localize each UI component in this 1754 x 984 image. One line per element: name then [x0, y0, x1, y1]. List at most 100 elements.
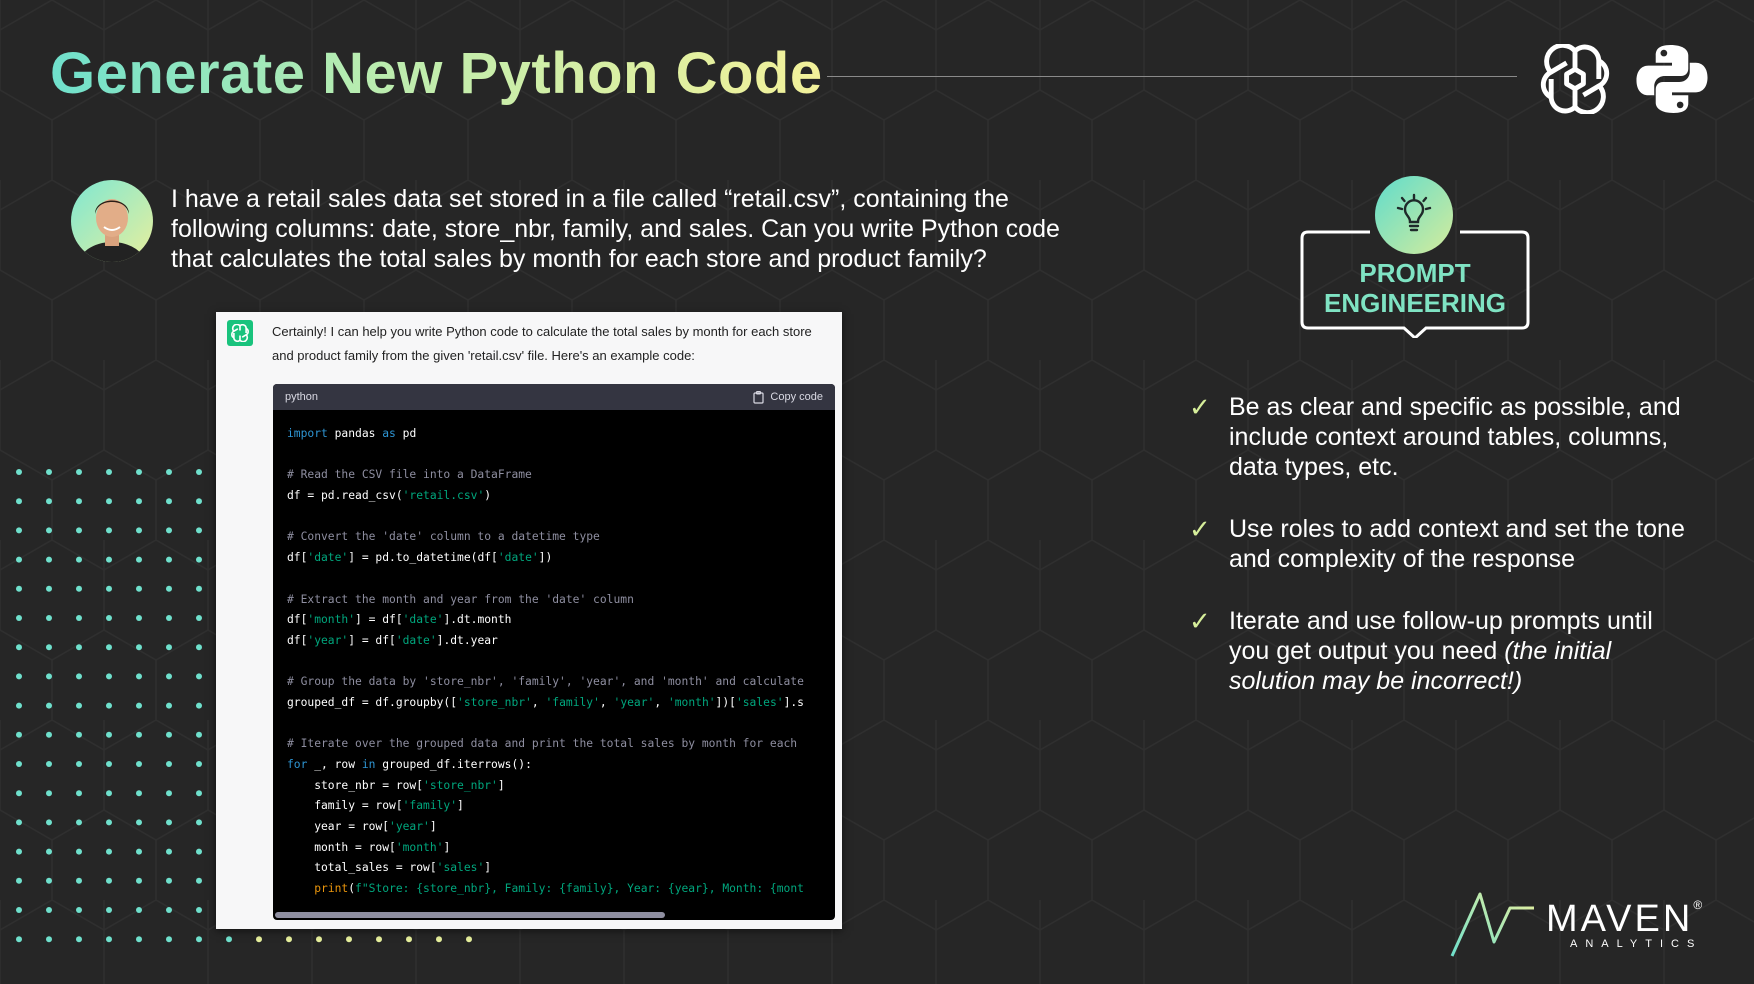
- decorative-dot: [226, 936, 232, 943]
- decorative-dot: [106, 761, 112, 767]
- decorative-dot: [166, 877, 172, 884]
- code-line: total_sales = row['sales']: [287, 858, 835, 879]
- decorative-dot: [466, 936, 472, 943]
- copy-code-label: Copy code: [770, 391, 823, 403]
- decorative-dot: [76, 702, 82, 709]
- tip-item-2: ✓ Use roles to add context and set the t…: [1185, 514, 1685, 574]
- decorative-dot: [16, 731, 22, 738]
- code-line: for _, row in grouped_df.iterrows():: [287, 755, 835, 776]
- decorative-dot: [136, 673, 142, 680]
- decorative-dot: [46, 877, 52, 884]
- decorative-dot: [106, 527, 112, 534]
- code-token: # Group the data by 'store_nbr', 'family…: [287, 675, 804, 689]
- code-token: store_nbr = row[: [287, 778, 424, 792]
- decorative-dot: [16, 877, 22, 884]
- decorative-dot: [76, 907, 82, 913]
- decorative-dot: [16, 527, 22, 534]
- code-text[interactable]: import pandas as pd # Read the CSV file …: [273, 410, 835, 908]
- decorative-dot: [256, 936, 262, 943]
- code-token: # Extract the month and year from the 'd…: [287, 592, 634, 606]
- code-line: # Group the data by 'store_nbr', 'family…: [287, 672, 835, 693]
- code-token: year = row[: [287, 820, 390, 834]
- decorative-dot: [106, 702, 112, 709]
- decorative-dot: [76, 498, 82, 505]
- code-token: ]: [443, 840, 451, 854]
- decorative-dot: [16, 907, 22, 913]
- decorative-dot: [136, 556, 142, 563]
- decorative-dot: [376, 936, 382, 943]
- decorative-dot: [136, 936, 142, 943]
- code-token: ): [484, 489, 492, 503]
- code-line: family = row['family']: [287, 796, 835, 817]
- code-token: df[: [287, 633, 308, 647]
- maven-logo-icon: [1450, 892, 1534, 957]
- decorative-dot: [196, 469, 202, 475]
- copy-code-button[interactable]: Copy code: [753, 390, 823, 404]
- decorative-dot: [166, 585, 172, 592]
- code-line: # Extract the month and year from the 'd…: [287, 590, 835, 611]
- decorative-dot: [196, 877, 202, 884]
- code-block: python Copy code import pandas as pd # R…: [273, 384, 835, 920]
- decorative-dot: [166, 556, 172, 563]
- decorative-dot: [46, 936, 52, 943]
- tip-item-1: ✓ Be as clear and specific as possible, …: [1185, 392, 1685, 482]
- code-token: 'sales': [735, 695, 784, 709]
- code-token: df[: [287, 551, 308, 565]
- decorative-dot: [76, 936, 82, 943]
- code-token: ].dt.month: [443, 613, 512, 627]
- decorative-dot: [76, 644, 82, 651]
- tips-list: ✓ Be as clear and specific as possible, …: [1185, 392, 1685, 728]
- code-token: 'month': [395, 840, 444, 854]
- decorative-dot: [46, 673, 52, 680]
- decorative-dot: [196, 819, 202, 826]
- code-token: 'date': [307, 551, 349, 565]
- python-logo-icon: [1636, 44, 1708, 114]
- clipboard-icon: [753, 390, 765, 404]
- decorative-dot: [136, 702, 142, 709]
- decorative-dot: [196, 848, 202, 855]
- decorative-dot: [136, 469, 142, 475]
- badge-line-1: PROMPT: [1359, 258, 1471, 288]
- decorative-dot: [16, 819, 22, 826]
- decorative-dot: [136, 527, 142, 534]
- decorative-dot: [196, 527, 202, 534]
- code-horizontal-scrollbar[interactable]: [275, 912, 665, 918]
- decorative-dot: [16, 585, 22, 592]
- decorative-dot: [166, 907, 172, 913]
- decorative-dot: [316, 936, 322, 943]
- decorative-dot: [196, 498, 202, 505]
- decorative-dot: [196, 907, 202, 913]
- decorative-dot: [136, 498, 142, 505]
- tip-text: Be as clear and specific as possible, an…: [1229, 393, 1681, 481]
- decorative-dot: [106, 790, 112, 797]
- decorative-dot: [196, 702, 202, 709]
- badge-line-2: ENGINEERING: [1323, 288, 1507, 318]
- code-token: 'month': [307, 613, 356, 627]
- decorative-dot: [166, 936, 172, 943]
- code-token: # Convert the 'date' column to a datetim…: [287, 530, 600, 544]
- decorative-dot: [136, 615, 142, 621]
- prompt-engineering-label: PROMPT ENGINEERING: [1300, 258, 1530, 318]
- decorative-dot: [286, 936, 292, 943]
- code-token: ] = pd.to_datetime(df[: [348, 551, 498, 565]
- chatgpt-response-card: Certainly! I can help you write Python c…: [216, 312, 842, 929]
- code-token: ] = df[: [355, 613, 403, 627]
- brand-name: MAVEN®: [1546, 898, 1702, 941]
- decorative-dot: [46, 702, 52, 709]
- decorative-dot: [166, 615, 172, 621]
- decorative-dot: [16, 761, 22, 767]
- decorative-dot: [16, 936, 22, 943]
- decorative-dot: [106, 469, 112, 475]
- code-token: ]: [457, 799, 464, 813]
- decorative-dot: [196, 673, 202, 680]
- slide-title: Generate New Python Code: [50, 41, 823, 106]
- decorative-dot: [46, 907, 52, 913]
- decorative-dot: [136, 790, 142, 797]
- decorative-dot: [76, 615, 82, 621]
- code-token: 'sales': [436, 861, 485, 875]
- code-token: ]): [538, 551, 553, 565]
- decorative-dot: [106, 731, 112, 738]
